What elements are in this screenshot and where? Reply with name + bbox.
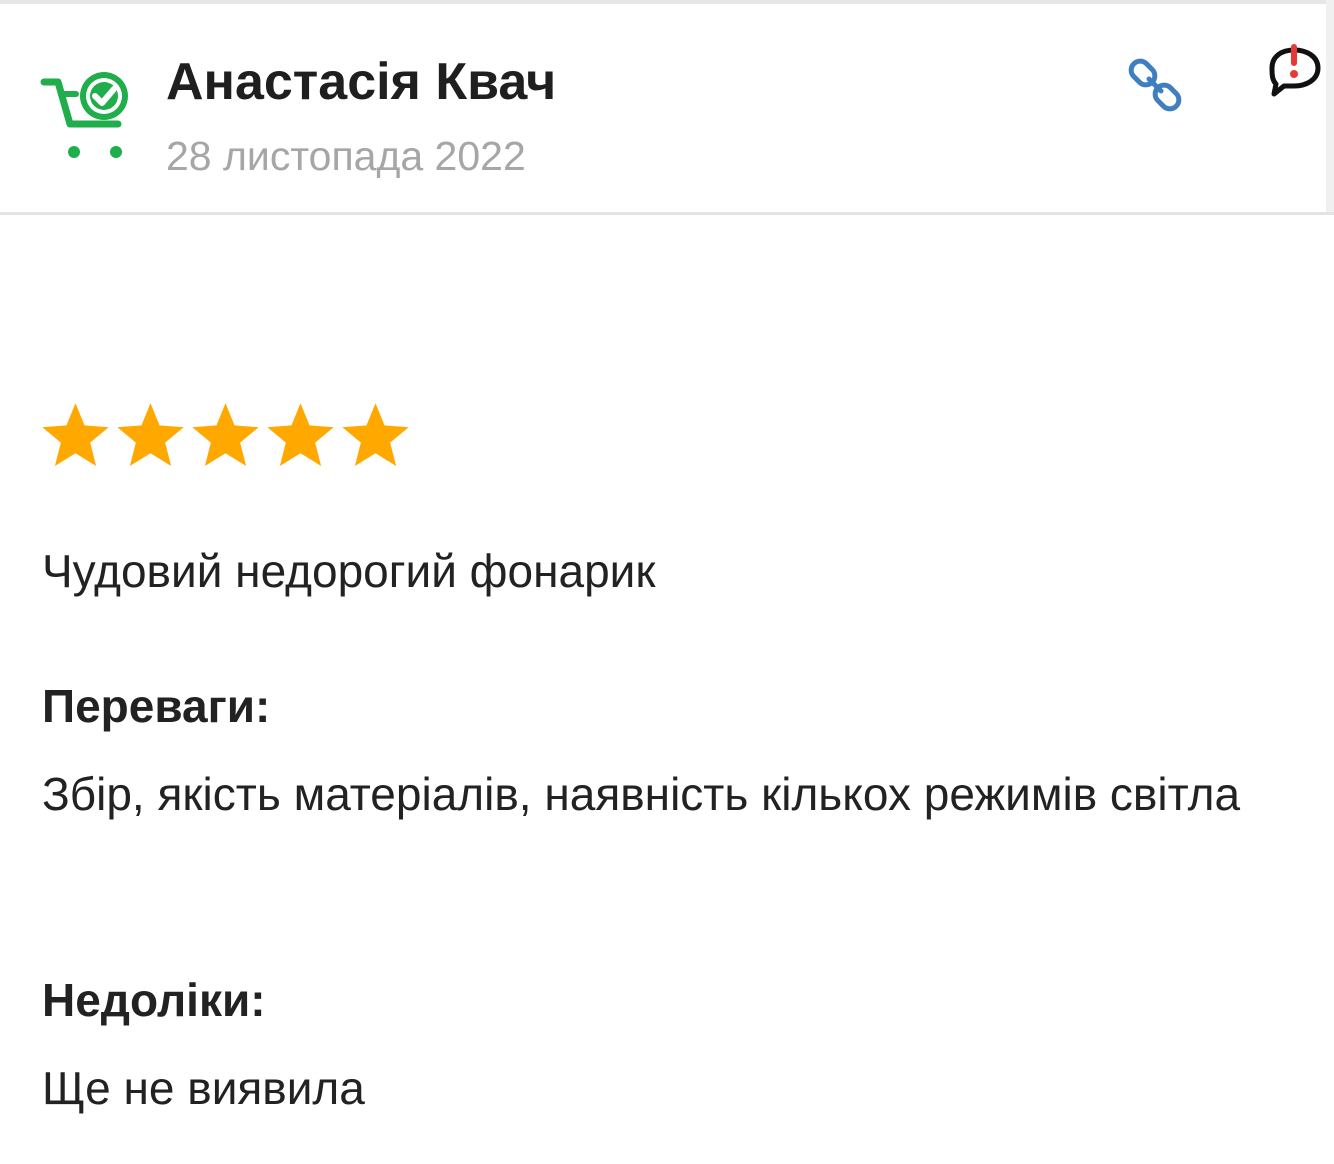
review-text: Чудовий недорогий фонарик [42,545,656,597]
star-icon [342,403,409,466]
header-divider [0,212,1334,215]
copy-link-button[interactable] [1124,56,1190,118]
review-date: 28 листопада 2022 [166,133,526,179]
cons-text: Ще не виявила [42,1062,365,1114]
verified-buyer-cart-icon [40,62,132,162]
star-icon [267,403,334,466]
star-icon [42,403,109,466]
star-icon [117,403,184,466]
report-button[interactable] [1262,42,1326,104]
cons-title: Недоліки: [42,974,266,1026]
report-comment-icon [1269,44,1321,97]
link-icon [1128,58,1182,112]
author-name: Анастасія Квач [166,53,557,111]
pros-text: Збір, якість матеріалів, наявність кільк… [42,768,1241,820]
star-icon [192,403,259,466]
pros-title: Переваги: [42,680,271,732]
review-card: Анастасія Квач 28 листопада 2022 Чудовий… [0,0,1334,1164]
review-header: Анастасія Квач 28 листопада 2022 [0,4,1334,214]
star-rating [38,398,413,478]
